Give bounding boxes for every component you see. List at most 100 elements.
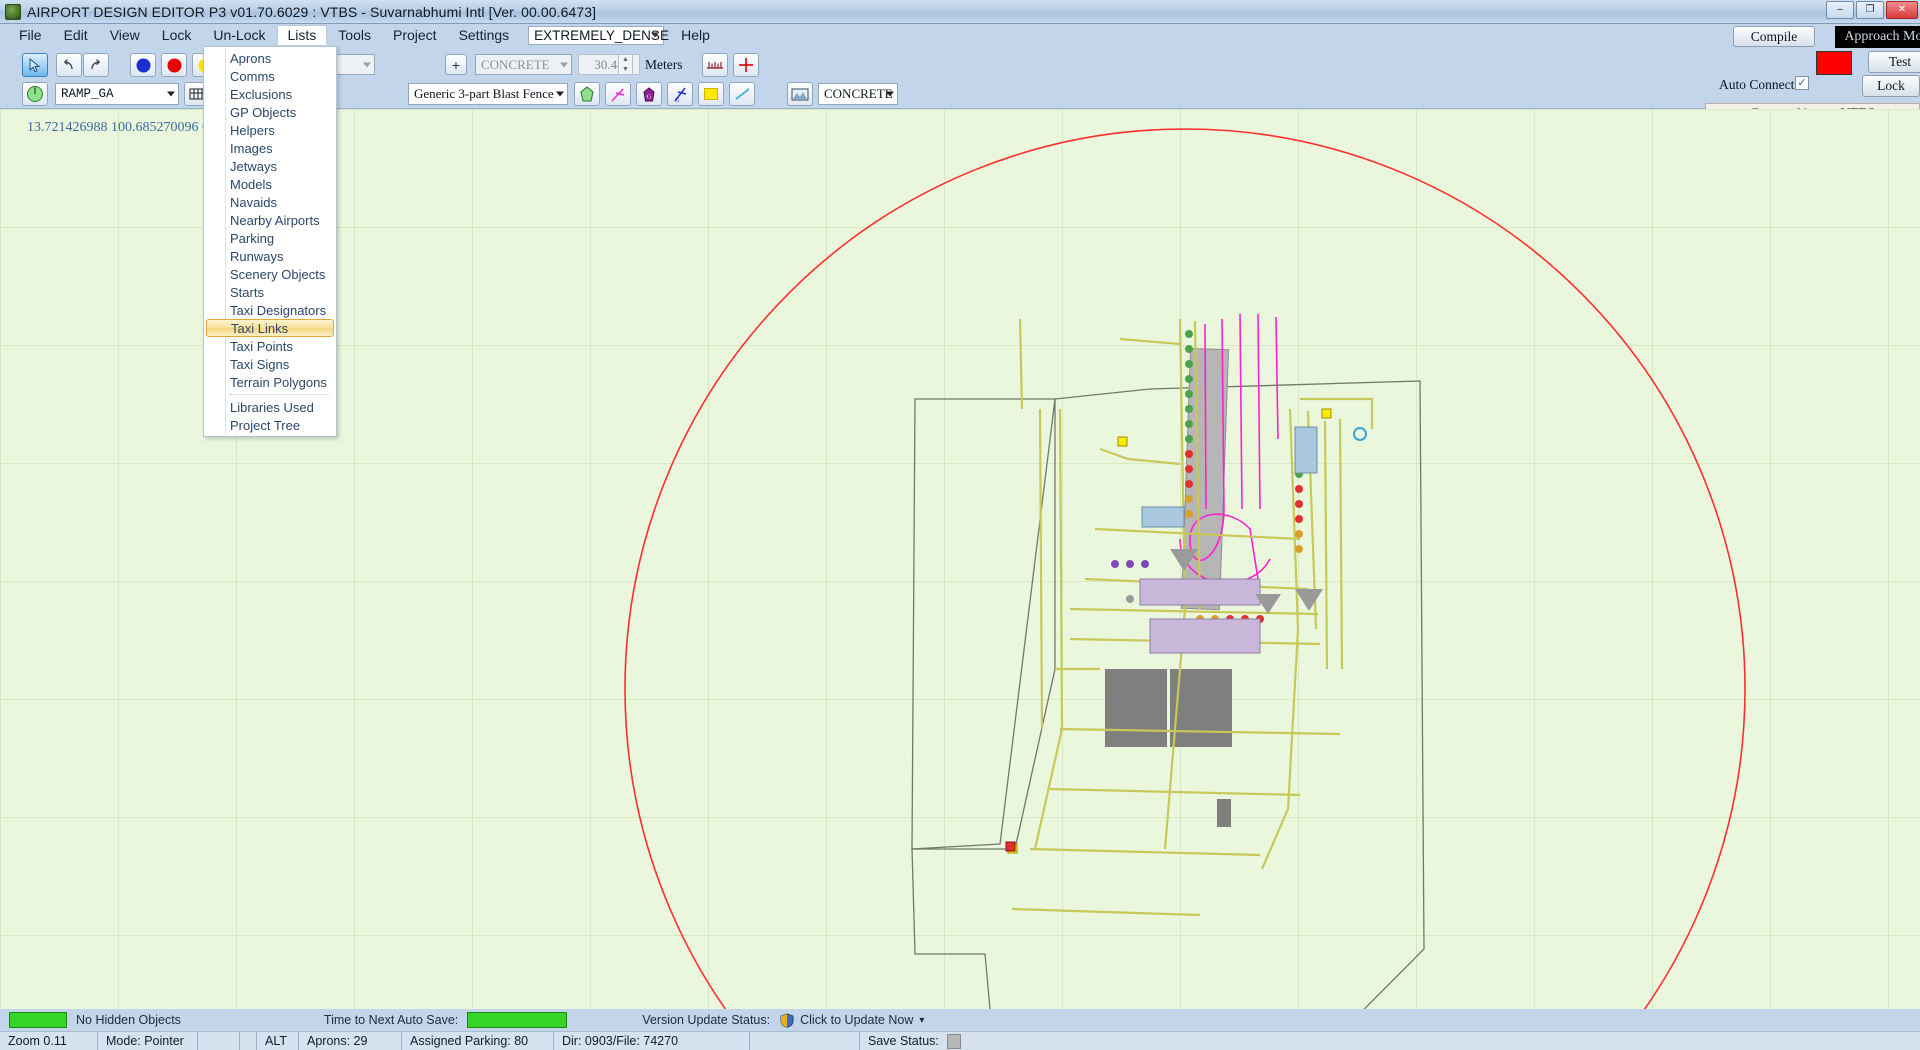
status-bar-bottom: Zoom 0.11 Mode: Pointer ALT Aprons: 29 A… xyxy=(0,1031,1920,1050)
menu-settings[interactable]: Settings xyxy=(448,25,521,45)
maximize-button[interactable]: ❐ xyxy=(1856,1,1884,19)
menu-lock[interactable]: Lock xyxy=(151,25,203,45)
menu-file[interactable]: File xyxy=(8,25,53,45)
save-status-indicator xyxy=(946,1033,961,1049)
menu-item-starts[interactable]: Starts xyxy=(204,283,336,301)
yellow-square-icon xyxy=(704,88,718,100)
redo-button[interactable] xyxy=(83,53,109,77)
menu-un-lock[interactable]: Un-Lock xyxy=(202,25,276,45)
fence-model-select[interactable]: Generic 3-part Blast Fence xyxy=(408,83,568,105)
auto-connect-checkbox[interactable]: ✓ xyxy=(1795,76,1809,90)
menu-item-scenery-objects[interactable]: Scenery Objects xyxy=(204,265,336,283)
density-select[interactable]: EXTREMELY_DENSE xyxy=(528,25,669,45)
menu-item-libraries-used[interactable]: Libraries Used xyxy=(204,398,336,416)
approach-mode-badge[interactable]: Approach Mode xyxy=(1835,26,1920,48)
undo-button[interactable] xyxy=(56,53,82,77)
lock-label: Lock xyxy=(1877,78,1905,93)
ruler-button[interactable] xyxy=(702,53,728,77)
stepper-up-icon[interactable]: ▲ xyxy=(619,55,632,65)
menu-project[interactable]: Project xyxy=(382,25,448,45)
update-caret-icon[interactable]: ▾ xyxy=(919,1015,924,1026)
window-controls: – ❐ ✕ xyxy=(1826,1,1918,19)
menu-item-comms[interactable]: Comms xyxy=(204,67,336,85)
menu-item-nearby-airports[interactable]: Nearby Airports xyxy=(204,211,336,229)
shield-icon xyxy=(780,1012,794,1028)
red-node-button[interactable] xyxy=(161,53,187,77)
menu-item-helpers[interactable]: Helpers xyxy=(204,121,336,139)
menu-item-images[interactable]: Images xyxy=(204,139,336,157)
blue-node-button-2[interactable]: G xyxy=(667,82,693,106)
menu-item-gp-objects[interactable]: GP Objects xyxy=(204,103,336,121)
menu-tools[interactable]: Tools xyxy=(327,25,382,45)
update-link[interactable]: Click to Update Now xyxy=(800,1013,913,1027)
surface-right-select[interactable]: CONCRETE xyxy=(818,83,898,105)
menu-item-jetways[interactable]: Jetways xyxy=(204,157,336,175)
menu-view[interactable]: View xyxy=(99,25,151,45)
chevron-down-icon xyxy=(560,62,568,67)
width-stepper[interactable]: ▲ ▼ xyxy=(618,54,633,75)
surface-type-select[interactable]: CONCRETE xyxy=(475,54,572,75)
menu-item-terrain-polygons[interactable]: Terrain Polygons xyxy=(204,373,336,391)
menu-item-taxi-signs[interactable]: Taxi Signs xyxy=(204,355,336,373)
menu-item-project-tree[interactable]: Project Tree xyxy=(204,416,336,434)
status-bar-top: No Hidden Objects Time to Next Auto Save… xyxy=(0,1009,1920,1031)
add-button[interactable]: + xyxy=(445,54,467,75)
test-button[interactable]: Test xyxy=(1868,51,1920,73)
menu-item-runways[interactable]: Runways xyxy=(204,247,336,265)
pointer-tool-button[interactable] xyxy=(22,53,48,77)
minimize-button[interactable]: – xyxy=(1826,1,1854,19)
alt-status: ALT xyxy=(257,1032,299,1050)
auto-connect-label: Auto Connect xyxy=(1719,77,1795,92)
crosshair-button[interactable] xyxy=(733,53,759,77)
compass-button[interactable] xyxy=(22,82,48,106)
chevron-down-icon xyxy=(651,32,660,38)
menu-item-taxi-links[interactable]: Taxi Links xyxy=(206,319,334,337)
menu-edit[interactable]: Edit xyxy=(53,25,99,45)
cursor-arrow-icon xyxy=(29,57,40,72)
menu-bar: File Edit View Lock Un-Lock Lists Tools … xyxy=(0,24,1920,46)
menu-item-models[interactable]: Models xyxy=(204,175,336,193)
yellow-square-button[interactable] xyxy=(698,82,724,106)
close-button[interactable]: ✕ xyxy=(1886,1,1918,19)
chevron-down-icon xyxy=(886,91,894,97)
parking-type-select[interactable]: RAMP_GA xyxy=(55,83,179,105)
parking-type-value: RAMP_GA xyxy=(61,87,114,101)
chevron-down-icon xyxy=(363,62,371,67)
assigned-parking: Assigned Parking: 80 xyxy=(402,1032,554,1050)
check-icon: ✓ xyxy=(1797,76,1807,89)
menu-item-taxi-designators[interactable]: Taxi Designators xyxy=(204,301,336,319)
lock-button[interactable]: Lock xyxy=(1862,75,1920,97)
menu-item-taxi-points[interactable]: Taxi Points xyxy=(204,337,336,355)
chevron-down-icon xyxy=(556,91,564,97)
purple-g-node-icon: G xyxy=(643,86,655,101)
stepper-down-icon[interactable]: ▼ xyxy=(619,65,632,75)
line-tool-button[interactable] xyxy=(729,82,755,106)
compile-button[interactable]: Compile xyxy=(1733,26,1815,47)
menu-lists[interactable]: Lists xyxy=(276,25,328,45)
blue-node-button[interactable] xyxy=(130,53,156,77)
hidden-objects-label: No Hidden Objects xyxy=(76,1013,181,1027)
menu-item-parking[interactable]: Parking xyxy=(204,229,336,247)
autosave-progress xyxy=(467,1012,568,1028)
window-title: AIRPORT DESIGN EDITOR P3 v01.70.6029 : V… xyxy=(27,3,597,20)
red-crosshair-icon xyxy=(739,58,753,72)
aprons-count: Aprons: 29 xyxy=(299,1032,402,1050)
svg-text:G: G xyxy=(647,93,652,100)
menu-item-navaids[interactable]: Navaids xyxy=(204,193,336,211)
status-spacer-1 xyxy=(198,1032,240,1050)
color-swatch[interactable] xyxy=(1816,51,1852,75)
apron-tool-button[interactable] xyxy=(574,82,600,106)
menu-item-exclusions[interactable]: Exclusions xyxy=(204,85,336,103)
fence-model-value: Generic 3-part Blast Fence xyxy=(414,86,554,101)
save-status: Save Status: xyxy=(868,1034,939,1048)
photo-button[interactable] xyxy=(787,82,813,106)
purple-node-button[interactable]: G xyxy=(636,82,662,106)
magenta-node-button[interactable] xyxy=(605,82,631,106)
menu-item-aprons[interactable]: Aprons xyxy=(204,49,336,67)
ruler-icon xyxy=(707,62,723,69)
line-tool-icon xyxy=(734,88,750,100)
density-value: EXTREMELY_DENSE xyxy=(534,27,669,43)
menu-help[interactable]: Help xyxy=(670,25,721,45)
lists-dropdown-menu[interactable]: Aprons Comms Exclusions GP Objects Helpe… xyxy=(203,46,337,437)
hidden-objects-indicator xyxy=(9,1012,67,1028)
